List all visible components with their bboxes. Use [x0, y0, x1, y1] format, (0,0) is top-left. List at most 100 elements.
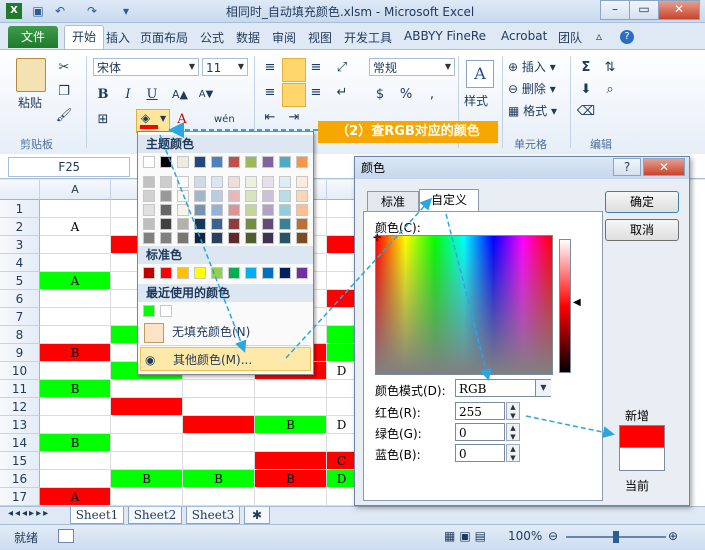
orientation-icon[interactable]: ⤢ — [332, 58, 352, 78]
color-swatch[interactable] — [245, 232, 257, 244]
tab-view[interactable]: 视图 — [308, 29, 332, 46]
number-format-combo[interactable]: 常规 ▼ — [369, 58, 455, 76]
no-fill-item[interactable]: 无填充颜色(N) — [140, 320, 311, 344]
zoom-out-icon[interactable]: ⊖ — [548, 529, 558, 543]
excel-icon[interactable]: X — [6, 3, 22, 19]
color-swatch[interactable] — [245, 267, 257, 279]
cell[interactable] — [183, 488, 255, 506]
find-icon[interactable]: ⌕ — [600, 80, 620, 100]
column-header[interactable] — [327, 180, 357, 200]
cell[interactable] — [327, 380, 357, 398]
cell[interactable]: B — [255, 416, 327, 434]
cell[interactable]: B — [183, 470, 255, 488]
cell[interactable] — [40, 236, 111, 254]
cell[interactable] — [40, 254, 111, 272]
cell[interactable] — [40, 398, 111, 416]
align-left-icon[interactable]: ≡ — [260, 83, 280, 103]
zoom-level[interactable]: 100% — [508, 529, 542, 543]
color-swatch[interactable] — [279, 176, 291, 188]
color-swatch[interactable] — [262, 190, 274, 202]
red-input[interactable]: 255 — [455, 402, 505, 420]
color-swatch[interactable] — [143, 190, 155, 202]
borders-icon[interactable]: ⊞ — [93, 110, 113, 130]
paste-icon[interactable] — [16, 58, 46, 92]
color-spectrum[interactable] — [375, 235, 553, 375]
select-all-corner[interactable] — [0, 180, 40, 200]
tab-team[interactable]: 团队 — [558, 29, 582, 46]
color-swatch[interactable] — [228, 156, 240, 168]
row-header[interactable]: 10 — [0, 362, 40, 380]
tab-file[interactable]: 文件 — [8, 26, 58, 48]
currency-icon[interactable]: $ — [370, 85, 390, 105]
color-swatch[interactable] — [177, 204, 189, 216]
color-swatch[interactable] — [296, 232, 308, 244]
color-swatch[interactable] — [160, 218, 172, 230]
color-swatch[interactable] — [177, 232, 189, 244]
format-cells-button[interactable]: ▦ 格式 ▾ — [508, 102, 557, 119]
color-swatch[interactable] — [194, 176, 206, 188]
cancel-button[interactable]: 取消 — [605, 219, 679, 241]
cell[interactable] — [183, 434, 255, 452]
color-swatch[interactable] — [228, 218, 240, 230]
cell[interactable]: B — [111, 470, 183, 488]
clear-icon[interactable]: ⌫ — [576, 102, 596, 122]
color-swatch[interactable] — [177, 267, 189, 279]
color-swatch[interactable] — [194, 204, 206, 216]
row-header[interactable]: 17 — [0, 488, 40, 506]
increase-indent-icon[interactable]: ⇥ — [284, 108, 304, 128]
more-colors-item[interactable]: ◉ 其他颜色(M)... — [140, 347, 311, 371]
spectrum-crosshair-icon[interactable]: ✛ — [373, 233, 381, 244]
color-swatch[interactable] — [160, 232, 172, 244]
cell[interactable] — [255, 452, 327, 470]
tab-acrobat[interactable]: Acrobat — [501, 29, 547, 43]
luminance-pointer-icon[interactable]: ◀ — [573, 297, 581, 308]
tab-custom[interactable]: 自定义 — [419, 189, 479, 213]
color-swatch[interactable] — [143, 218, 155, 230]
cell[interactable] — [111, 380, 183, 398]
cell[interactable] — [183, 398, 255, 416]
chevron-down-icon[interactable]: ▼ — [535, 380, 551, 396]
tab-developer[interactable]: 开发工具 — [344, 29, 392, 46]
color-swatch[interactable] — [194, 190, 206, 202]
color-swatch[interactable] — [279, 232, 291, 244]
shrink-font-icon[interactable]: A▼ — [196, 85, 216, 105]
row-header[interactable]: 9 — [0, 344, 40, 362]
color-swatch[interactable] — [194, 232, 206, 244]
tab-standard[interactable]: 标准 — [367, 191, 419, 212]
font-name-combo[interactable]: 宋体 ▼ — [93, 58, 199, 76]
tab-home[interactable]: 开始 — [64, 25, 104, 49]
color-swatch[interactable] — [228, 267, 240, 279]
percent-icon[interactable]: % — [396, 85, 416, 105]
cell[interactable] — [255, 398, 327, 416]
cell[interactable] — [327, 326, 357, 344]
color-swatch[interactable] — [228, 190, 240, 202]
sheet-tab-sheet1[interactable]: Sheet1 — [70, 507, 124, 524]
tab-formulas[interactable]: 公式 — [200, 29, 224, 46]
align-middle-button[interactable] — [282, 58, 306, 82]
tab-page-layout[interactable]: 页面布局 — [140, 29, 188, 46]
cell[interactable] — [327, 344, 357, 362]
color-swatch[interactable] — [194, 156, 206, 168]
cell[interactable] — [183, 452, 255, 470]
luminance-slider[interactable] — [559, 239, 571, 373]
color-swatch[interactable] — [143, 204, 155, 216]
color-swatch[interactable] — [211, 204, 223, 216]
color-swatch[interactable] — [211, 176, 223, 188]
cell[interactable] — [327, 290, 357, 308]
row-header[interactable]: 11 — [0, 380, 40, 398]
color-swatch[interactable] — [296, 218, 308, 230]
comma-icon[interactable]: , — [422, 85, 442, 105]
tab-data[interactable]: 数据 — [236, 29, 260, 46]
chevron-down-icon[interactable]: ▼ — [442, 59, 454, 75]
color-swatch[interactable] — [177, 190, 189, 202]
row-header[interactable]: 4 — [0, 254, 40, 272]
sheet-tab-sheet2[interactable]: Sheet2 — [128, 507, 182, 524]
zoom-in-icon[interactable]: ⊕ — [668, 529, 678, 543]
cell[interactable] — [327, 308, 357, 326]
align-top-icon[interactable]: ≡ — [260, 58, 280, 78]
align-right-icon[interactable]: ≡ — [306, 83, 326, 103]
color-swatch[interactable] — [262, 156, 274, 168]
redo-icon[interactable]: ↷ — [84, 3, 100, 19]
color-swatch[interactable] — [228, 232, 240, 244]
align-bottom-icon[interactable]: ≡ — [306, 58, 326, 78]
